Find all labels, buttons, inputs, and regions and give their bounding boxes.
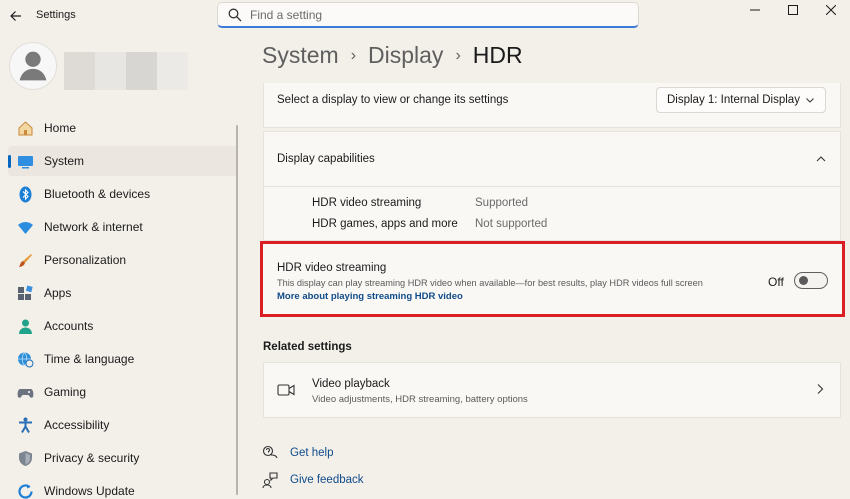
sidebar-item-label: Windows Update [44,484,135,498]
video-playback-title: Video playback [312,378,390,390]
hdr-streaming-toggle[interactable] [794,272,828,289]
chevron-right-icon: › [455,46,461,64]
back-arrow-icon [10,11,21,21]
capability-value: Not supported [475,218,548,230]
maximize-icon [788,5,798,15]
display-select-label: Select a display to view or change its s… [277,94,509,106]
page-title: HDR [472,42,523,68]
app-title: Settings [36,9,76,21]
globe-clock-icon [16,350,34,368]
chevron-right-icon [817,384,824,394]
sidebar-item-network[interactable]: Network & internet [8,212,238,242]
sidebar-item-personalization[interactable]: Personalization [8,245,238,275]
video-playback-card[interactable]: Video playback Video adjustments, HDR st… [263,362,841,418]
display-capabilities-title: Display capabilities [277,153,375,165]
home-icon [16,119,34,137]
feedback-person-icon [262,472,278,488]
maximize-button[interactable] [774,0,812,20]
sidebar-item-apps[interactable]: Apps [8,278,238,308]
help-chat-icon [262,445,278,461]
sidebar-item-accessibility[interactable]: Accessibility [8,410,238,440]
sidebar-item-time-language[interactable]: Time & language [8,344,238,374]
shield-icon [16,449,34,467]
back-button[interactable] [6,6,26,26]
wifi-icon [16,218,34,236]
search-icon [228,8,242,21]
sidebar-item-bluetooth[interactable]: Bluetooth & devices [8,179,238,209]
accounts-icon [16,317,34,335]
hdr-video-streaming-card: HDR video streaming This display can pla… [260,241,845,317]
sidebar-nav: Home System Bluetooth & devices Network … [8,113,238,499]
display-capabilities-header[interactable]: Display capabilities [264,132,840,187]
get-help-link[interactable]: Get help [262,445,333,461]
display-dropdown-value: Display 1: Internal Display [667,94,800,106]
accessibility-icon [16,416,34,434]
sidebar-item-label: Personalization [44,253,127,267]
search-box[interactable] [217,2,639,28]
sidebar-item-label: Gaming [44,385,87,399]
user-avatar-icon [19,51,47,81]
sidebar-item-label: System [44,154,85,168]
profile-name-redacted [64,52,188,90]
sidebar-item-privacy-security[interactable]: Privacy & security [8,443,238,473]
give-feedback-link[interactable]: Give feedback [262,472,364,488]
display-capabilities-card: Display capabilities HDR video streaming… [263,131,841,241]
gamepad-icon [16,383,34,401]
system-icon [16,152,34,170]
title-bar: Settings [0,0,850,32]
get-help-label: Get help [290,447,334,459]
toggle-knob [799,276,808,285]
window-controls [736,0,850,20]
apps-icon [16,284,34,302]
capability-name: HDR games, apps and more [312,218,458,230]
sidebar-item-gaming[interactable]: Gaming [8,377,238,407]
sidebar-item-label: Home [44,121,77,135]
user-profile[interactable] [9,42,188,90]
sidebar-item-label: Privacy & security [44,451,140,465]
hdr-streaming-description: This display can play streaming HDR vide… [277,278,703,288]
brush-icon [16,251,34,269]
bluetooth-icon [16,185,34,203]
chevron-right-icon: › [350,46,357,64]
breadcrumb: System › Display › HDR [262,42,523,69]
sidebar-item-home[interactable]: Home [8,113,238,143]
hdr-toggle-state-label: Off [768,275,784,289]
sidebar-item-windows-update[interactable]: Windows Update [8,476,238,499]
sidebar-item-label: Accounts [44,319,94,333]
sidebar-item-system[interactable]: System [8,146,238,176]
close-icon [826,5,836,15]
chevron-down-icon [806,98,814,103]
give-feedback-label: Give feedback [290,474,364,486]
sidebar-item-label: Network & internet [44,220,143,234]
hdr-streaming-learn-more-link[interactable]: More about playing streaming HDR video [277,291,463,302]
video-playback-subtitle: Video adjustments, HDR streaming, batter… [312,394,528,405]
hdr-streaming-title: HDR video streaming [277,262,387,274]
sidebar-item-label: Apps [44,286,72,300]
breadcrumb-display[interactable]: Display [368,42,443,69]
sidebar-item-accounts[interactable]: Accounts [8,311,238,341]
update-icon [16,482,34,499]
display-dropdown[interactable]: Display 1: Internal Display [656,87,826,113]
video-camera-icon [277,384,295,396]
capability-value: Supported [475,197,529,209]
capability-name: HDR video streaming [312,197,422,209]
sidebar-item-label: Time & language [44,352,135,366]
sidebar-scrollbar[interactable] [236,125,238,495]
search-input[interactable] [250,7,630,22]
display-select-card: Select a display to view or change its s… [263,83,841,128]
chevron-up-icon [816,156,826,162]
breadcrumb-system[interactable]: System [262,42,339,69]
avatar [9,42,57,90]
minimize-icon [750,9,760,11]
minimize-button[interactable] [736,0,774,20]
sidebar-item-label: Bluetooth & devices [44,187,151,201]
related-settings-heading: Related settings [263,341,352,353]
sidebar-item-label: Accessibility [44,418,110,432]
close-button[interactable] [812,0,850,20]
